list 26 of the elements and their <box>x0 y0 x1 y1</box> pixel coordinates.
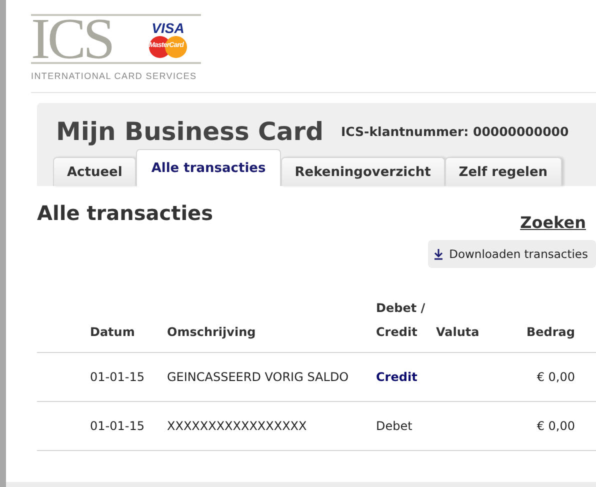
tab[interactable]: Actueel <box>53 157 136 186</box>
visa-logo: VISA <box>152 20 184 36</box>
logo-tagline: INTERNATIONAL CARD SERVICES <box>31 70 197 82</box>
column-header: Valuta <box>436 325 480 339</box>
tab[interactable]: Zelf regelen <box>444 157 562 186</box>
section-title: Alle transacties <box>37 201 214 227</box>
download-icon <box>434 248 444 260</box>
date-cell: 01-01-15 <box>90 419 144 433</box>
amount-cell: € 0,00 <box>536 370 575 384</box>
column-header: Omschrijving <box>167 325 256 339</box>
date-cell: 01-01-15 <box>90 370 144 384</box>
type-cell: Debet <box>376 419 412 433</box>
amount-cell: € 0,00 <box>536 419 575 433</box>
search-link[interactable]: Zoeken <box>520 213 586 232</box>
download-button[interactable]: Downloaden transacties <box>428 240 596 268</box>
page-heading: Mijn Business Card <box>56 116 324 146</box>
logo-wordmark: ICS <box>31 16 114 62</box>
description-cell: XXXXXXXXXXXXXXXXX <box>167 419 307 433</box>
description-cell: GEINCASSEERD VORIG SALDO <box>167 370 349 384</box>
column-header: Debet / Credit <box>376 301 426 339</box>
type-cell: Credit <box>376 370 418 384</box>
customer-number: ICS-klantnummer: 00000000000 <box>341 124 569 138</box>
column-header: Datum <box>90 325 135 339</box>
tab[interactable]: Alle transacties <box>136 149 281 186</box>
column-header: Bedrag <box>526 325 575 339</box>
tab[interactable]: Rekeningoverzicht <box>280 157 445 186</box>
